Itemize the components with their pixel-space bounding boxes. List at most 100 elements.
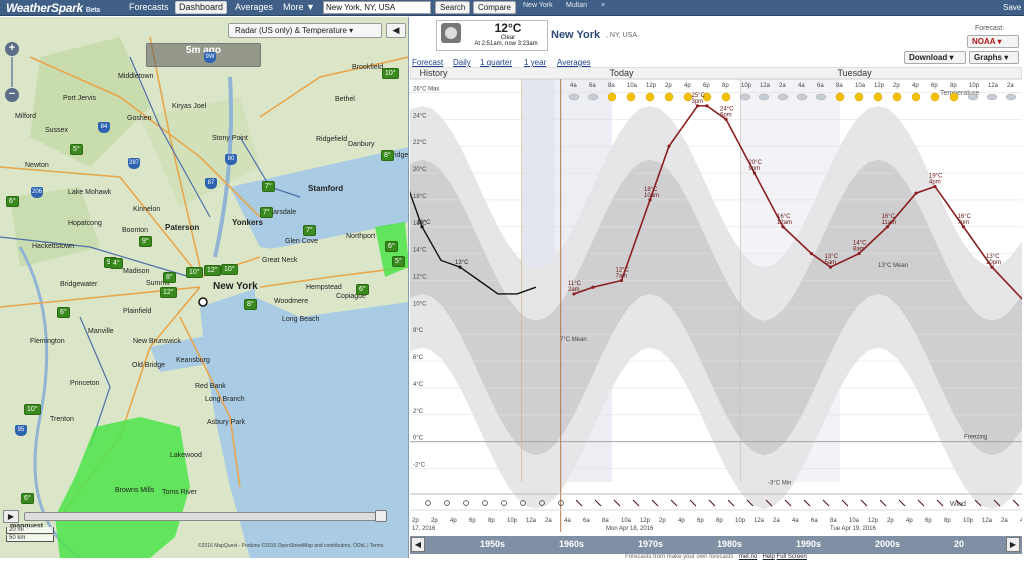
prev-layer-button[interactable]: ◀ bbox=[386, 23, 406, 38]
footer-link-metno[interactable]: met.no bbox=[739, 554, 757, 560]
time-slider-thumb[interactable] bbox=[375, 510, 387, 522]
map-temp-badge[interactable]: 5° bbox=[70, 144, 83, 155]
tab-close-icon[interactable]: × bbox=[601, 2, 605, 9]
hour-label-bottom: 4a bbox=[1020, 518, 1022, 524]
decade-label[interactable]: 20 bbox=[954, 539, 964, 549]
decade-label[interactable]: 2000s bbox=[875, 539, 900, 549]
layer-select[interactable]: Radar (US only) & Temperature ▾ bbox=[228, 23, 382, 38]
nav-forecasts[interactable]: Forecasts bbox=[126, 1, 172, 14]
hour-label-bottom: 8a bbox=[830, 518, 837, 524]
forecast-point[interactable] bbox=[914, 191, 918, 195]
map-temp-badge[interactable]: 9° bbox=[139, 236, 152, 247]
hour-label-top: 4p bbox=[684, 83, 691, 89]
link-1-year[interactable]: 1 year bbox=[524, 58, 546, 67]
link-daily[interactable]: Daily bbox=[453, 58, 471, 67]
map-temp-badge[interactable]: 10° bbox=[221, 264, 238, 275]
compare-button[interactable]: Compare bbox=[473, 1, 516, 14]
play-button[interactable]: ▶ bbox=[3, 510, 19, 523]
link-1-quarter[interactable]: 1 quarter bbox=[480, 58, 512, 67]
map-place-label: Long Beach bbox=[282, 316, 320, 323]
map-temp-badge[interactable]: 10° bbox=[186, 267, 203, 278]
decade-next-button[interactable]: ▶ bbox=[1006, 537, 1020, 552]
map-temp-badge[interactable]: 7° bbox=[262, 181, 275, 192]
decade-prev-button[interactable]: ◀ bbox=[411, 537, 425, 552]
map-temp-badge[interactable]: 4° bbox=[110, 258, 123, 269]
map-place-label: Toms River bbox=[162, 489, 198, 496]
decade-label[interactable]: 1970s bbox=[638, 539, 663, 549]
y-tick-label: 12°C bbox=[413, 275, 427, 281]
map-place-label: Madison bbox=[123, 268, 150, 275]
hour-label-top: 12p bbox=[874, 83, 885, 89]
link-forecast[interactable]: Forecast bbox=[412, 58, 443, 67]
hour-label-bottom: 4a bbox=[792, 518, 799, 524]
map-temp-badge[interactable]: 10° bbox=[24, 404, 41, 415]
map-temp-badge[interactable]: 6° bbox=[385, 241, 398, 252]
forecast-point[interactable] bbox=[591, 285, 595, 289]
current-time: At 2:51am, now 3:23am bbox=[474, 41, 538, 47]
city-region: , NY, USA bbox=[606, 32, 637, 39]
nav-averages[interactable]: Averages bbox=[232, 1, 276, 14]
tab-multan[interactable]: Multan bbox=[566, 2, 587, 9]
footer-link-fullscreen[interactable]: Full Screen bbox=[777, 554, 807, 560]
hour-label-top: 2a bbox=[779, 83, 786, 89]
wind-arrow-icon bbox=[803, 499, 811, 507]
map-temp-badge[interactable]: 8° bbox=[244, 299, 257, 310]
sun-icon bbox=[873, 92, 883, 102]
decade-label[interactable]: 1990s bbox=[796, 539, 821, 549]
decade-navigator[interactable]: ◀ ▶ 1950s 1960s 1970s 1980s 1990s 2000s 20 bbox=[410, 536, 1022, 554]
search-button[interactable]: Search bbox=[435, 1, 471, 14]
graphs-button[interactable]: Graphs ▾ bbox=[969, 51, 1019, 64]
sun-icon bbox=[607, 92, 617, 102]
download-button[interactable]: Download ▾ bbox=[904, 51, 966, 64]
map-place-label: Old Bridge bbox=[132, 362, 166, 369]
app-logo[interactable]: WeatherSpark Beta bbox=[6, 1, 100, 15]
map-temp-badge[interactable]: 10° bbox=[382, 68, 399, 79]
map-temp-badge[interactable]: 6° bbox=[356, 284, 369, 295]
link-averages[interactable]: Averages bbox=[557, 58, 591, 67]
hour-label-bottom: 6a bbox=[811, 518, 818, 524]
map-temp-badge[interactable]: 5° bbox=[392, 256, 405, 267]
nav-more[interactable]: More ▼ bbox=[280, 1, 318, 14]
decade-label[interactable]: 1950s bbox=[480, 539, 505, 549]
decade-label[interactable]: 1960s bbox=[559, 539, 584, 549]
map-temp-badge[interactable]: 8° bbox=[163, 272, 176, 283]
tab-new-york[interactable]: New York bbox=[523, 2, 553, 9]
nav-dashboard[interactable]: Dashboard bbox=[175, 1, 228, 14]
save-link[interactable]: Save bbox=[1003, 3, 1021, 12]
map-place-label: Plainfield bbox=[123, 308, 152, 315]
map-credit: ©2016 MapQuest - Portions ©2016 OpenStre… bbox=[198, 543, 384, 549]
map-temp-badge[interactable]: 7° bbox=[303, 225, 316, 236]
hour-label-top: 2p bbox=[893, 83, 900, 89]
time-slider[interactable] bbox=[24, 512, 387, 521]
section-header: Tuesday bbox=[838, 68, 873, 78]
forecast-point[interactable] bbox=[667, 144, 671, 148]
forecast-point[interactable] bbox=[705, 104, 709, 108]
highway-shield: 206 bbox=[31, 187, 43, 198]
map-temp-badge[interactable]: 7° bbox=[260, 207, 273, 218]
map-temp-badge[interactable]: 6° bbox=[57, 307, 70, 318]
zoom-in-button[interactable]: + bbox=[5, 42, 19, 56]
hour-label-top: 10p bbox=[969, 83, 980, 89]
forecast-data-time: 4pm bbox=[929, 179, 941, 185]
map-temp-badge[interactable]: 6° bbox=[21, 493, 34, 504]
hour-label-top: 4p bbox=[912, 83, 919, 89]
sun-icon bbox=[664, 92, 674, 102]
forecast-source-select[interactable]: NOAA ▾ bbox=[967, 35, 1019, 48]
map-temp-badge[interactable]: 12° bbox=[204, 265, 221, 276]
decade-label[interactable]: 1980s bbox=[717, 539, 742, 549]
map-temp-badge[interactable]: 8° bbox=[381, 150, 394, 161]
footer-link-help[interactable]: Help bbox=[763, 554, 775, 560]
temperature-chart[interactable]: History Today Tuesday 26°C Max 24°C 22°C 20°C 1… bbox=[410, 67, 1022, 537]
forecast-data-time: 7am bbox=[616, 274, 628, 280]
moon-cloud-icon bbox=[815, 93, 827, 101]
map-temp-badge[interactable]: 12° bbox=[160, 287, 177, 298]
hour-label-top: 8p bbox=[950, 83, 957, 89]
map-temp-badge[interactable]: 6° bbox=[6, 196, 19, 207]
zoom-out-button[interactable]: − bbox=[5, 88, 19, 102]
scale-km: 50 km bbox=[6, 535, 54, 542]
forecast-point[interactable] bbox=[809, 252, 814, 256]
hour-label-top: 6p bbox=[703, 83, 710, 89]
zoom-track[interactable] bbox=[11, 57, 13, 87]
location-input[interactable] bbox=[323, 1, 431, 14]
wind-arrow-icon bbox=[727, 499, 735, 507]
